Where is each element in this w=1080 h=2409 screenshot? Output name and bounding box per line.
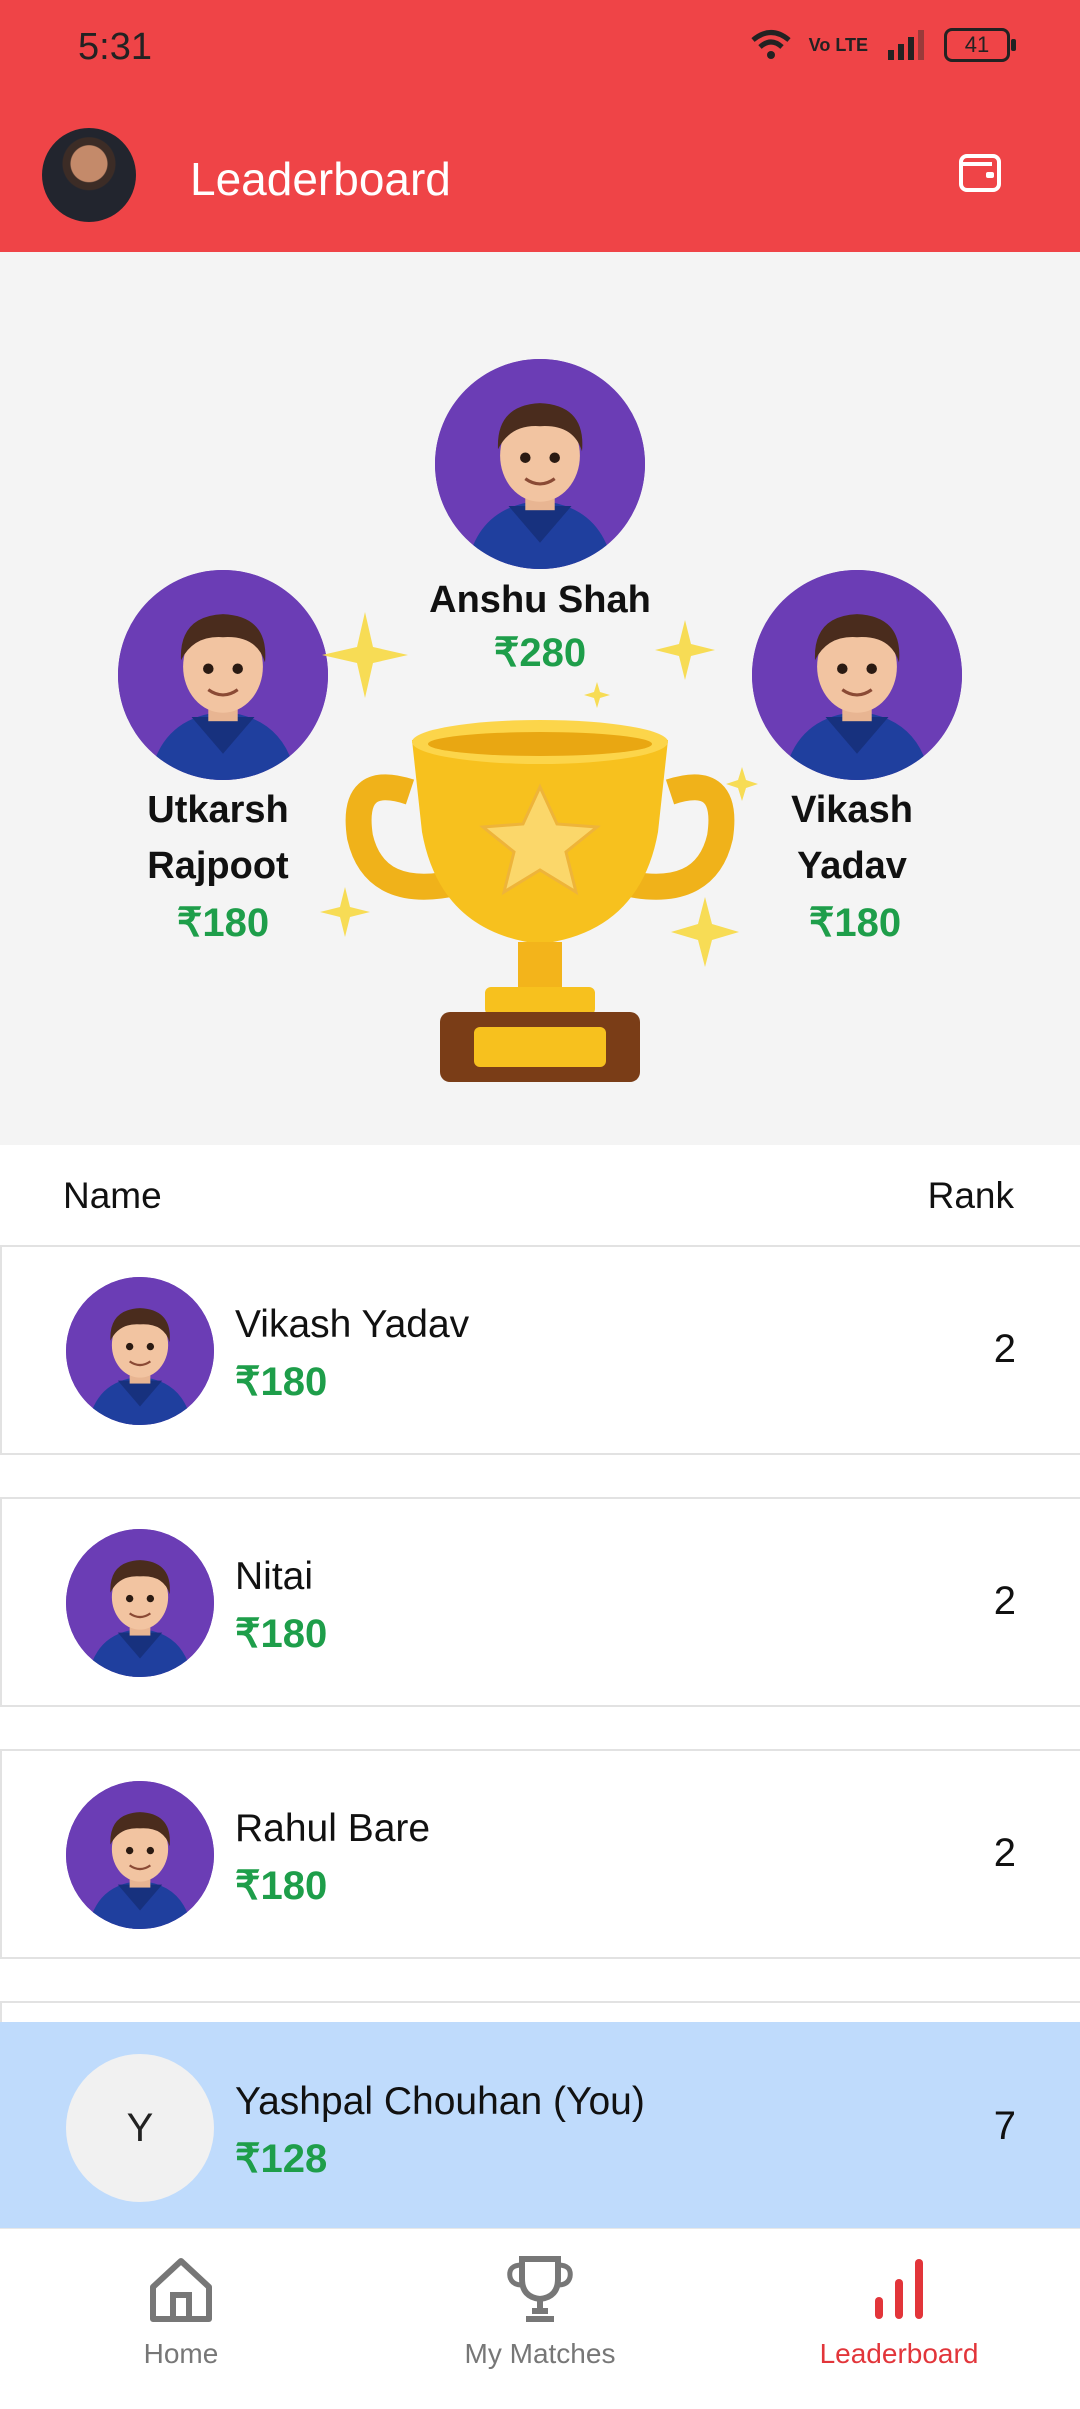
second-place-amount: ₹180 (176, 901, 270, 945)
column-name: Name (63, 1175, 162, 1216)
second-place-name: Utkarsh Rajpoot (147, 789, 289, 887)
column-rank: Rank (927, 1175, 1014, 1216)
leaderboard-row[interactable]: Vikash Yadav ₹180 2 (0, 1245, 1080, 1455)
leaderboard-row[interactable]: Rahul Bare ₹180 2 (0, 1749, 1080, 1959)
battery-indicator: 41 (944, 28, 1016, 62)
user-rank: 2 (993, 1327, 1016, 1371)
third-place-name: Vikash Yadav (791, 789, 913, 887)
second-place-avatar[interactable] (118, 570, 328, 780)
podium-section: Anshu Shah ₹280 Utkarsh Rajpoot ₹180 Vik… (0, 252, 1080, 1145)
trophy-outline-icon (507, 2256, 573, 2322)
trophy-icon (320, 612, 758, 1082)
current-user-rank: 7 (993, 2104, 1016, 2148)
profile-avatar[interactable] (42, 128, 136, 222)
nav-home[interactable]: Home (51, 2253, 311, 2370)
user-initial-avatar: Y (66, 2054, 214, 2202)
third-place-avatar[interactable] (752, 570, 962, 780)
current-user-name: Yashpal Chouhan (You) (235, 2080, 645, 2123)
user-amount: ₹180 (235, 1360, 328, 1404)
user-name: Nitai (235, 1555, 314, 1598)
user-amount: ₹180 (235, 1612, 328, 1656)
current-user-row[interactable]: Y Yashpal Chouhan (You) ₹128 7 (0, 2022, 1080, 2230)
user-avatar (66, 1277, 214, 1425)
wifi-icon (751, 30, 791, 59)
user-rank: 2 (993, 1579, 1016, 1623)
third-place-amount: ₹180 (808, 901, 902, 945)
bar-chart-icon (875, 2259, 923, 2319)
user-name: Vikash Yadav (235, 1303, 470, 1346)
signal-icon (888, 30, 924, 60)
user-rank: 2 (993, 1831, 1016, 1875)
list-header: Name Rank (0, 1145, 1080, 1245)
home-icon (150, 2258, 212, 2322)
page-title: Leaderboard (190, 153, 451, 205)
user-avatar (66, 1781, 214, 1929)
status-icons: Vo LTE 41 (751, 28, 1016, 62)
nav-my-matches[interactable]: My Matches (410, 2253, 670, 2370)
leaderboard-row[interactable]: Nitai ₹180 2 (0, 1497, 1080, 1707)
user-avatar (66, 1529, 214, 1677)
bottom-navigation: Home My Matches Leaderboard (0, 2228, 1080, 2409)
current-user-amount: ₹128 (235, 2137, 328, 2181)
first-place-avatar[interactable] (435, 359, 645, 569)
user-name: Rahul Bare (235, 1807, 431, 1850)
nav-leaderboard[interactable]: Leaderboard (769, 2253, 1029, 2370)
status-time: 5:31 (78, 26, 152, 68)
user-amount: ₹180 (235, 1864, 328, 1908)
wallet-icon[interactable] (958, 150, 1002, 194)
volte-indicator: Vo LTE (808, 35, 868, 55)
app-header: 5:31 Vo LTE 41 Leaderboard (0, 0, 1080, 252)
